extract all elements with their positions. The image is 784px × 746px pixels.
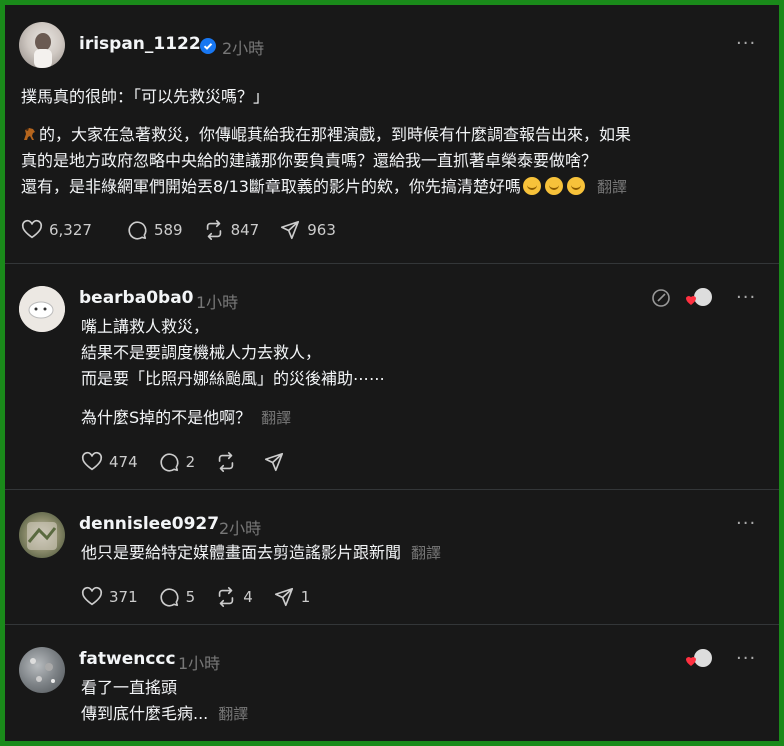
like-count: 6,327 [49,221,92,239]
reply-text: 傳到底什麼毛病... [81,704,209,723]
threads-feed: irispan_1122 2小時 ··· 撲馬真的很帥：「可以先救災嗎？」 的，… [5,5,779,741]
heart-icon [21,219,43,239]
post-line-2-text: 的，大家在急著救災，你傳崐萁給我在那裡演戲，到時候有什麼調查報告出來，如果 [39,125,632,144]
comment-button[interactable]: 2 [158,451,196,473]
avatar[interactable] [19,647,65,693]
like-button[interactable]: 6,327 [21,219,92,241]
reply-line: 他只是要給特定媒體畫面去剪造謠影片跟新聞 翻譯 [81,540,441,566]
share-count: 1 [300,588,311,606]
share-count: 963 [307,221,336,239]
post-actions: 6,327 589 847 963 [21,218,356,242]
share-button[interactable]: 1 [273,586,311,608]
post-time: 1小時 [178,654,221,673]
send-icon [274,587,293,607]
comment-icon [160,453,179,472]
repost-icon [206,220,221,240]
avatar[interactable] [19,512,65,558]
reply-text: 他只是要給特定媒體畫面去剪造謠影片跟新聞 [81,543,402,562]
avatar[interactable] [19,22,65,68]
heart-icon [81,586,103,606]
avatar[interactable] [19,286,65,332]
more-options-icon[interactable]: ··· [736,287,756,308]
username[interactable]: fatwenccc [79,649,176,669]
liked-by-author-icon [686,649,712,667]
like-button[interactable]: 474 [81,451,138,473]
post-line-3: 真的是地方政府忽略中央給的建議那你要負責嗎？還給我一直抓著卓榮泰要做啥？ [21,151,598,170]
post-line-2: 的，大家在急著救災，你傳崐萁給我在那裡演戲，到時候有什麼調查報告出來，如果 [21,122,631,148]
comment-count: 589 [153,221,183,239]
liked-by-author-icon [686,288,712,306]
more-options-icon[interactable]: ··· [736,33,756,54]
comment-button[interactable]: 589 [126,219,183,241]
post-actions: 371 5 4 1 [81,585,330,609]
username[interactable]: bearba0ba0 [79,288,194,308]
reply-extra-text: 為什麼S掉的不是他啊？ [81,408,252,427]
repost-button[interactable]: 4 [215,586,253,608]
repost-icon [218,587,234,607]
reply-line: 而是要「比照丹娜絲颱風」的災後補助⋯⋯ [81,369,386,388]
repost-count: 4 [243,588,253,606]
comment-count: 2 [185,453,196,471]
repost-button[interactable]: 847 [203,219,260,241]
smile-emoji-icon [522,177,541,195]
repost-count: 847 [230,221,260,239]
repost-icon [218,452,234,472]
reply-line: 結果不是要調度機械人力去救人， [81,343,322,362]
reply-line: 傳到底什麼毛病... 翻譯 [81,701,248,727]
comment-icon [128,221,147,240]
reply-line: 為什麼S掉的不是他啊？ 翻譯 [81,405,291,431]
reply-post: fatwenccc 1小時 ··· 看了一直搖頭 傳到底什麼毛病... 翻譯 [5,625,779,741]
post-time: 2小時 [219,519,262,538]
like-button[interactable]: 371 [81,586,138,608]
post-line-1: 撲馬真的很帥：「可以先救災嗎？」 [21,87,270,106]
send-icon [281,220,300,240]
like-count: 474 [109,453,138,471]
heart-icon [81,451,103,471]
post-line-4-text: 還有，是非綠網軍們開始丟8/13斷章取義的影片的欸，你先搞清楚好嗎 [21,177,521,196]
username[interactable]: irispan_1122 [79,34,201,54]
repost-button[interactable] [215,451,243,473]
more-options-icon[interactable]: ··· [736,648,756,669]
reply-post: bearba0ba0 1小時 ··· 嘴上講救人救災， 結果不是要調度機械人力去… [5,264,779,489]
comment-count: 5 [185,588,196,606]
post-actions: 474 2 [81,450,311,474]
smile-emoji-icon [544,177,563,195]
post-line-4: 還有，是非綠網軍們開始丟8/13斷章取義的影片的欸，你先搞清楚好嗎 翻譯 [21,174,627,200]
translate-link[interactable]: 翻譯 [597,178,627,196]
send-icon [265,452,284,472]
comment-icon [160,588,179,607]
post-time: 2小時 [222,39,265,58]
edit-circle-icon[interactable] [651,288,671,308]
share-button[interactable]: 963 [279,219,336,241]
reply-line: 看了一直搖頭 [81,678,178,697]
smile-emoji-icon [566,177,585,195]
like-count: 371 [109,588,138,606]
more-options-icon[interactable]: ··· [736,513,756,534]
post-time: 1小時 [196,293,239,312]
share-button[interactable] [263,451,291,473]
username[interactable]: dennislee0927 [79,514,219,534]
reply-post: dennislee0927 2小時 ··· 他只是要給特定媒體畫面去剪造謠影片跟… [5,490,779,624]
translate-link[interactable]: 翻譯 [218,705,248,723]
comment-button[interactable]: 5 [158,586,196,608]
verified-badge-icon [200,38,216,54]
translate-link[interactable]: 翻譯 [261,409,291,427]
horse-emoji-icon [24,128,35,140]
main-post: irispan_1122 2小時 ··· 撲馬真的很帥：「可以先救災嗎？」 的，… [5,5,779,263]
translate-link[interactable]: 翻譯 [411,544,441,562]
reply-line: 嘴上講救人救災， [81,317,210,336]
